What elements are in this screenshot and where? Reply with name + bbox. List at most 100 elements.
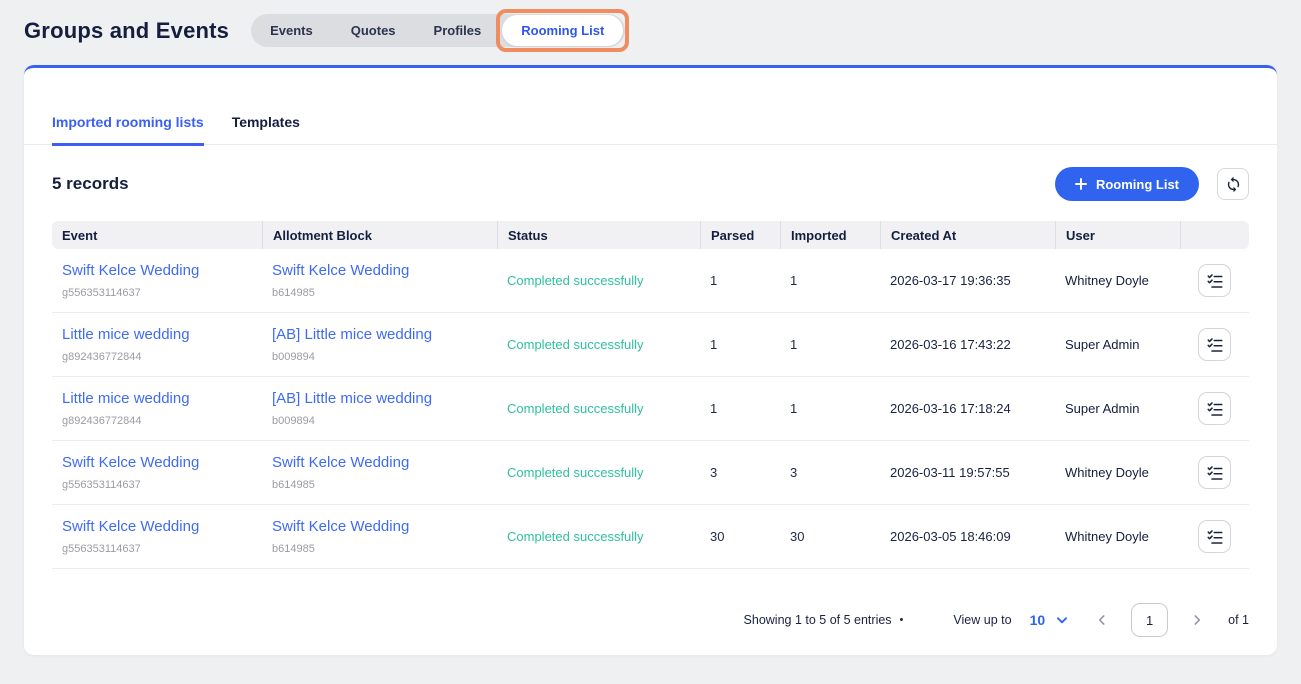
- page-size-select[interactable]: 10: [1030, 612, 1070, 628]
- sync-icon: [1225, 176, 1242, 193]
- checklist-icon: [1206, 336, 1224, 354]
- checklist-icon: [1206, 464, 1224, 482]
- event-id: g556353114637: [62, 543, 252, 555]
- next-page-button[interactable]: [1190, 613, 1204, 627]
- status-text: Completed successfully: [507, 529, 644, 544]
- page-title: Groups and Events: [24, 18, 229, 44]
- event-id: g892436772844: [62, 415, 252, 427]
- event-link[interactable]: Little mice wedding: [62, 326, 252, 343]
- created-at: 2026-03-17 19:36:35: [890, 273, 1011, 288]
- tab-imported-rooming-lists[interactable]: Imported rooming lists: [52, 114, 204, 146]
- table-header-row: Event Allotment Block Status Parsed Impo…: [52, 221, 1249, 249]
- allotment-block-link[interactable]: [AB] Little mice wedding: [272, 326, 487, 343]
- column-header-status: Status: [497, 221, 700, 249]
- previous-page-button[interactable]: [1095, 613, 1109, 627]
- user-name: Whitney Doyle: [1065, 465, 1149, 480]
- chevron-right-icon: [1190, 613, 1204, 627]
- column-header-allotment-block: Allotment Block: [262, 221, 497, 249]
- user-name: Whitney Doyle: [1065, 529, 1149, 544]
- checklist-icon: [1206, 400, 1224, 418]
- status-text: Completed successfully: [507, 337, 644, 352]
- imported-count: 1: [790, 401, 797, 416]
- tab-templates[interactable]: Templates: [232, 114, 300, 146]
- column-header-parsed: Parsed: [700, 221, 780, 249]
- allotment-block-id: b614985: [272, 287, 487, 299]
- imported-count: 1: [790, 273, 797, 288]
- tab-rooming-list[interactable]: Rooming List: [502, 15, 623, 46]
- event-id: g556353114637: [62, 287, 252, 299]
- tab-events[interactable]: Events: [251, 14, 332, 47]
- tab-quotes[interactable]: Quotes: [332, 14, 415, 47]
- imported-count: 30: [790, 529, 804, 544]
- status-text: Completed successfully: [507, 401, 644, 416]
- rooming-list-highlight-box: Rooming List: [496, 9, 629, 52]
- allotment-block-id: b614985: [272, 479, 487, 491]
- created-at: 2026-03-11 19:57:55: [890, 465, 1010, 480]
- parsed-count: 1: [710, 337, 717, 352]
- event-link[interactable]: Swift Kelce Wedding: [62, 454, 252, 471]
- table-row: Swift Kelce Wedding g556353114637 Swift K…: [52, 249, 1249, 313]
- card-tabs: Imported rooming lists Templates: [24, 114, 1277, 145]
- parsed-count: 1: [710, 273, 717, 288]
- event-link[interactable]: Swift Kelce Wedding: [62, 262, 252, 279]
- chevron-down-icon: [1055, 613, 1069, 627]
- table-row: Little mice wedding g892436772844 [AB] Li…: [52, 313, 1249, 377]
- view-up-to-label: View up to: [953, 613, 1011, 627]
- user-name: Super Admin: [1065, 401, 1139, 416]
- user-name: Super Admin: [1065, 337, 1139, 352]
- row-details-button[interactable]: [1198, 264, 1231, 297]
- allotment-block-link[interactable]: Swift Kelce Wedding: [272, 518, 487, 535]
- imported-count: 1: [790, 337, 797, 352]
- table-row: Little mice wedding g892436772844 [AB] Li…: [52, 377, 1249, 441]
- allotment-block-id: b614985: [272, 543, 487, 555]
- event-link[interactable]: Little mice wedding: [62, 390, 252, 407]
- row-details-button[interactable]: [1198, 520, 1231, 553]
- showing-entries-text: Showing 1 to 5 of 5 entries: [744, 613, 892, 627]
- event-link[interactable]: Swift Kelce Wedding: [62, 518, 252, 535]
- parsed-count: 1: [710, 401, 717, 416]
- column-header-user: User: [1055, 221, 1180, 249]
- created-at: 2026-03-05 18:46:09: [890, 529, 1011, 544]
- refresh-button[interactable]: [1217, 168, 1249, 200]
- allotment-block-id: b009894: [272, 351, 487, 363]
- add-rooming-list-button[interactable]: Rooming List: [1055, 167, 1199, 201]
- allotment-block-link[interactable]: Swift Kelce Wedding: [272, 454, 487, 471]
- row-details-button[interactable]: [1198, 392, 1231, 425]
- user-name: Whitney Doyle: [1065, 273, 1149, 288]
- tab-profiles[interactable]: Profiles: [415, 14, 501, 47]
- table-row: Swift Kelce Wedding g556353114637 Swift K…: [52, 505, 1249, 569]
- row-details-button[interactable]: [1198, 328, 1231, 361]
- parsed-count: 3: [710, 465, 717, 480]
- chevron-left-icon: [1095, 613, 1109, 627]
- section-tabs: Events Quotes Profiles Rooming List: [251, 14, 625, 47]
- status-text: Completed successfully: [507, 273, 644, 288]
- pagination: Showing 1 to 5 of 5 entries • View up to…: [24, 569, 1277, 637]
- current-page-input[interactable]: 1: [1131, 603, 1168, 637]
- created-at: 2026-03-16 17:18:24: [890, 401, 1011, 416]
- rooming-list-card: Imported rooming lists Templates 5 recor…: [24, 65, 1277, 655]
- pagination-dot: •: [900, 614, 904, 626]
- created-at: 2026-03-16 17:43:22: [890, 337, 1011, 352]
- column-header-created-at: Created At: [880, 221, 1055, 249]
- rooming-lists-table: Event Allotment Block Status Parsed Impo…: [52, 221, 1249, 569]
- status-text: Completed successfully: [507, 465, 644, 480]
- column-header-actions: [1180, 221, 1249, 249]
- column-header-event: Event: [52, 221, 262, 249]
- records-count: 5 records: [52, 174, 129, 194]
- top-bar: Groups and Events Events Quotes Profiles…: [0, 0, 1301, 53]
- add-rooming-list-label: Rooming List: [1096, 177, 1179, 192]
- row-details-button[interactable]: [1198, 456, 1231, 489]
- checklist-icon: [1206, 528, 1224, 546]
- column-header-imported: Imported: [780, 221, 880, 249]
- allotment-block-link[interactable]: [AB] Little mice wedding: [272, 390, 487, 407]
- allotment-block-id: b009894: [272, 415, 487, 427]
- event-id: g892436772844: [62, 351, 252, 363]
- event-id: g556353114637: [62, 479, 252, 491]
- allotment-block-link[interactable]: Swift Kelce Wedding: [272, 262, 487, 279]
- toolbar: 5 records Rooming List: [24, 145, 1277, 217]
- total-pages-label: of 1: [1228, 613, 1249, 627]
- page-size-value: 10: [1030, 612, 1046, 628]
- table-row: Swift Kelce Wedding g556353114637 Swift K…: [52, 441, 1249, 505]
- imported-count: 3: [790, 465, 797, 480]
- checklist-icon: [1206, 272, 1224, 290]
